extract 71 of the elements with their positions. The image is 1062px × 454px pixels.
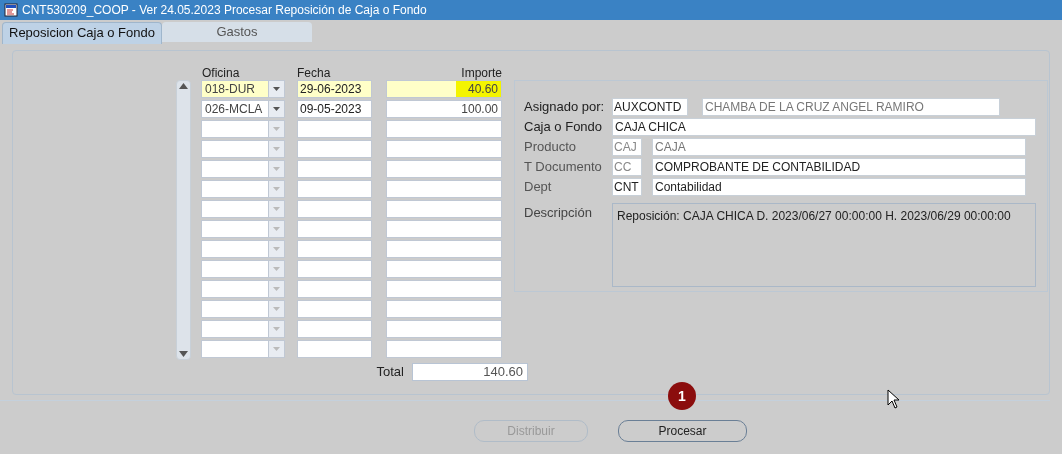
office-dropdown[interactable]: [201, 160, 285, 178]
amount-field[interactable]: [386, 200, 502, 218]
date-field[interactable]: [297, 240, 372, 258]
scroll-down-icon[interactable]: [179, 351, 188, 357]
date-field[interactable]: [297, 260, 372, 278]
office-dropdown[interactable]: [201, 200, 285, 218]
value-field[interactable]: COMPROBANTE DE CONTABILIDAD: [652, 158, 1026, 176]
amount-field[interactable]: [386, 160, 502, 178]
code-field[interactable]: CNT: [612, 178, 642, 196]
office-dropdown[interactable]: [201, 120, 285, 138]
window-title: CNT530209_COOP - Ver 24.05.2023 Procesar Reposición de Caja o Fondo: [22, 2, 427, 19]
total-field: 140.60: [412, 362, 528, 381]
date-field[interactable]: 29-06-2023: [297, 80, 372, 98]
tab[interactable]: Reposicion Caja o Fondo: [2, 22, 162, 44]
field-label: T Documento: [524, 158, 603, 177]
step-badge: 1: [668, 382, 696, 410]
amount-field[interactable]: [386, 140, 502, 158]
amount-field[interactable]: [386, 340, 502, 358]
field-label: Caja o Fondo: [524, 118, 604, 137]
office-dropdown[interactable]: [201, 300, 285, 318]
scroll-up-icon[interactable]: [179, 83, 188, 89]
office-dropdown[interactable]: [201, 220, 285, 238]
column-header: Oficina: [201, 66, 241, 80]
tab[interactable]: Gastos: [162, 22, 312, 42]
field-label: Asignado por:: [524, 98, 606, 117]
date-field[interactable]: 09-05-2023: [297, 100, 372, 118]
field-label: Producto: [524, 138, 578, 157]
code-field[interactable]: CC: [612, 158, 642, 176]
amount-field[interactable]: [386, 260, 502, 278]
office-dropdown[interactable]: 026-MCLA: [201, 100, 285, 118]
office-dropdown[interactable]: 018-DUR: [201, 80, 285, 98]
field-label: Dept: [524, 178, 553, 197]
office-dropdown[interactable]: [201, 260, 285, 278]
column-header: Fecha: [297, 66, 332, 80]
amount-field[interactable]: [386, 180, 502, 198]
amount-field[interactable]: [386, 120, 502, 138]
date-field[interactable]: [297, 320, 372, 338]
total-label: Total: [375, 363, 404, 381]
date-field[interactable]: [297, 180, 372, 198]
value-field[interactable]: CAJA CHICA: [612, 118, 1036, 136]
description-field[interactable]: Reposición: CAJA CHICA D. 2023/06/27 00:00:00 H. 2023/06/29 00:00:00: [612, 203, 1036, 287]
amount-field[interactable]: [386, 320, 502, 338]
amount-field[interactable]: [386, 300, 502, 318]
office-dropdown[interactable]: [201, 280, 285, 298]
date-field[interactable]: [297, 280, 372, 298]
scrollbar[interactable]: [176, 80, 191, 360]
office-dropdown[interactable]: [201, 320, 285, 338]
office-dropdown[interactable]: [201, 340, 285, 358]
amount-field[interactable]: [386, 220, 502, 238]
amount-field[interactable]: 100.00: [386, 100, 502, 118]
date-field[interactable]: [297, 160, 372, 178]
date-field[interactable]: [297, 200, 372, 218]
amount-field[interactable]: [386, 240, 502, 258]
date-field[interactable]: [297, 120, 372, 138]
column-header: Importe: [460, 66, 502, 80]
amount-field[interactable]: 40.60: [386, 80, 502, 98]
date-field[interactable]: [297, 300, 372, 318]
office-dropdown[interactable]: [201, 240, 285, 258]
app-icon: [4, 3, 18, 17]
date-field[interactable]: [297, 140, 372, 158]
date-field[interactable]: [297, 220, 372, 238]
value-field[interactable]: Contabilidad: [652, 178, 1026, 196]
cursor-icon: [887, 389, 900, 409]
office-dropdown[interactable]: [201, 140, 285, 158]
description-label: Descripción: [524, 204, 593, 222]
dropdown-arrow-icon[interactable]: [273, 107, 280, 111]
dropdown-arrow-icon[interactable]: [273, 87, 280, 91]
office-dropdown[interactable]: [201, 180, 285, 198]
amount-field[interactable]: [386, 280, 502, 298]
date-field[interactable]: [297, 340, 372, 358]
action-button[interactable]: Procesar: [618, 420, 747, 442]
